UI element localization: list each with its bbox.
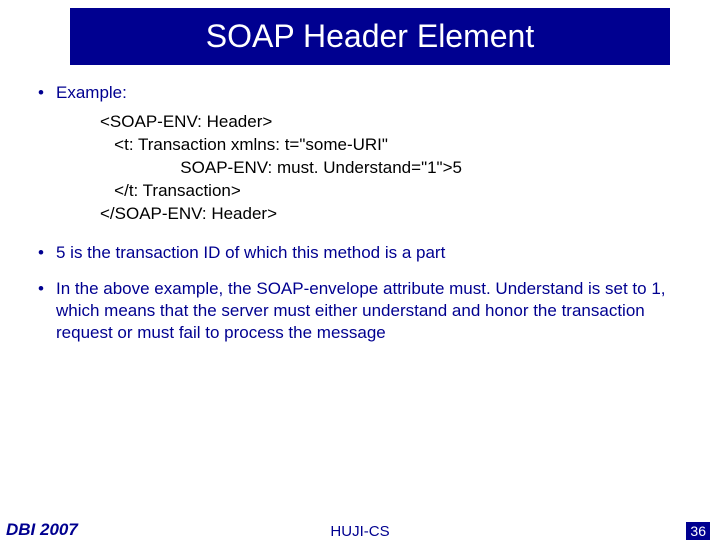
bullet-mark: • xyxy=(38,278,56,300)
code-line-4: </t: Transaction> xyxy=(100,180,690,203)
code-line-3: SOAP-ENV: must. Understand="1">5 xyxy=(100,157,690,180)
slide-title: SOAP Header Element xyxy=(70,8,670,65)
bullet-mark: • xyxy=(38,242,56,264)
code-line-1: <SOAP-ENV: Header> xyxy=(100,111,690,134)
code-line-2: <t: Transaction xmlns: t="some-URI" xyxy=(100,134,690,157)
bullet-mark: • xyxy=(38,83,56,103)
bullet-transaction-id: •5 is the transaction ID of which this m… xyxy=(38,242,690,264)
bullet-example: •Example: xyxy=(38,83,690,103)
footer-center: HUJI-CS xyxy=(0,523,720,540)
bullet-transaction-id-text: 5 is the transaction ID of which this me… xyxy=(56,242,686,264)
code-line-5: </SOAP-ENV: Header> xyxy=(100,203,690,226)
page-number: 36 xyxy=(686,522,710,540)
slide-body: •Example: <SOAP-ENV: Header> <t: Transac… xyxy=(0,83,720,344)
bullet-must-understand-text: In the above example, the SOAP-envelope … xyxy=(56,278,686,344)
bullet-must-understand: •In the above example, the SOAP-envelope… xyxy=(38,278,690,344)
code-block: <SOAP-ENV: Header> <t: Transaction xmlns… xyxy=(100,111,690,226)
bullet-example-text: Example: xyxy=(56,83,127,102)
